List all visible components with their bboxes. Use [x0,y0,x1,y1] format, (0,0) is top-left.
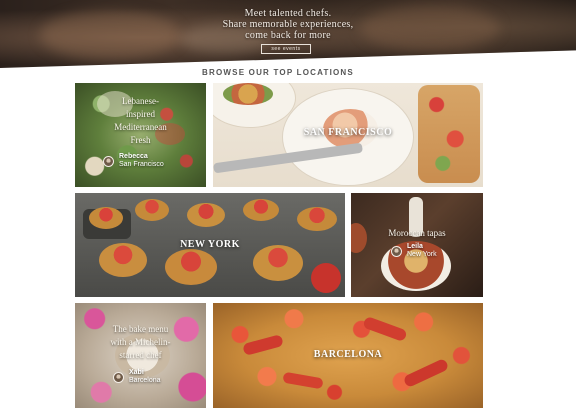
chef-avatar [103,155,114,167]
see-events-button[interactable]: see events [261,44,311,54]
tile-san-francisco[interactable]: SAN FRANCISCO [213,83,483,187]
chef-city: San Francisco [119,161,164,168]
hero-line-2: Share memorable experiences, [222,19,354,30]
chef-info: Rebecca San Francisco [103,153,164,169]
tile-barcelona[interactable]: BARCELONA [213,303,483,408]
chef-name: Leila [407,243,423,250]
tile-san-francisco-title: SAN FRANCISCO [303,127,393,138]
tile-moroccan-leila[interactable]: Moroccan tapas Leila New York [351,193,483,297]
tile-michelin-quote: The bake menu with a Michelin- starred c… [81,323,200,362]
chef-avatar [391,245,402,257]
quote-line: Mediterranean [114,122,167,132]
quote-line: with a Michelin- [110,337,171,347]
chef-avatar [113,371,124,383]
tile-barcelona-title: BARCELONA [313,349,383,360]
tile-new-york-title: NEW YORK [180,239,240,250]
hero-banner: Meet talented chefs. Share memorable exp… [0,0,576,68]
quote-line: Fresh [130,135,151,145]
section-title: BROWSE OUR TOP LOCATIONS [202,68,354,77]
tile-moroccan-quote: Moroccan tapas [357,227,477,240]
chef-city: New York [407,251,437,258]
chef-name: Rebecca [119,153,148,160]
tile-lebanese-quote: Lebanese- inspired Mediterranean Fresh [83,95,198,147]
quote-line: inspired [126,109,155,119]
tile-lebanese-rebecca[interactable]: Lebanese- inspired Mediterranean Fresh R… [75,83,206,187]
quote-line: starred chef [119,350,162,360]
hero-line-1: Meet talented chefs. [244,8,332,19]
chef-name: Xabi [129,369,144,376]
quote-line: The bake menu [112,324,169,334]
chef-city: Barcelona [129,377,161,384]
chef-info: Xabi Barcelona [113,369,161,385]
hero-tagline: Meet talented chefs. Share memorable exp… [0,8,576,41]
quote-line: Lebanese- [122,96,159,106]
tile-new-york[interactable]: NEW YORK [75,193,345,297]
tile-michelin-xabi[interactable]: The bake menu with a Michelin- starred c… [75,303,206,408]
hero-line-3: come back for more [245,30,331,41]
chef-info: Leila New York [391,243,437,259]
quote-line: Moroccan tapas [388,228,446,238]
